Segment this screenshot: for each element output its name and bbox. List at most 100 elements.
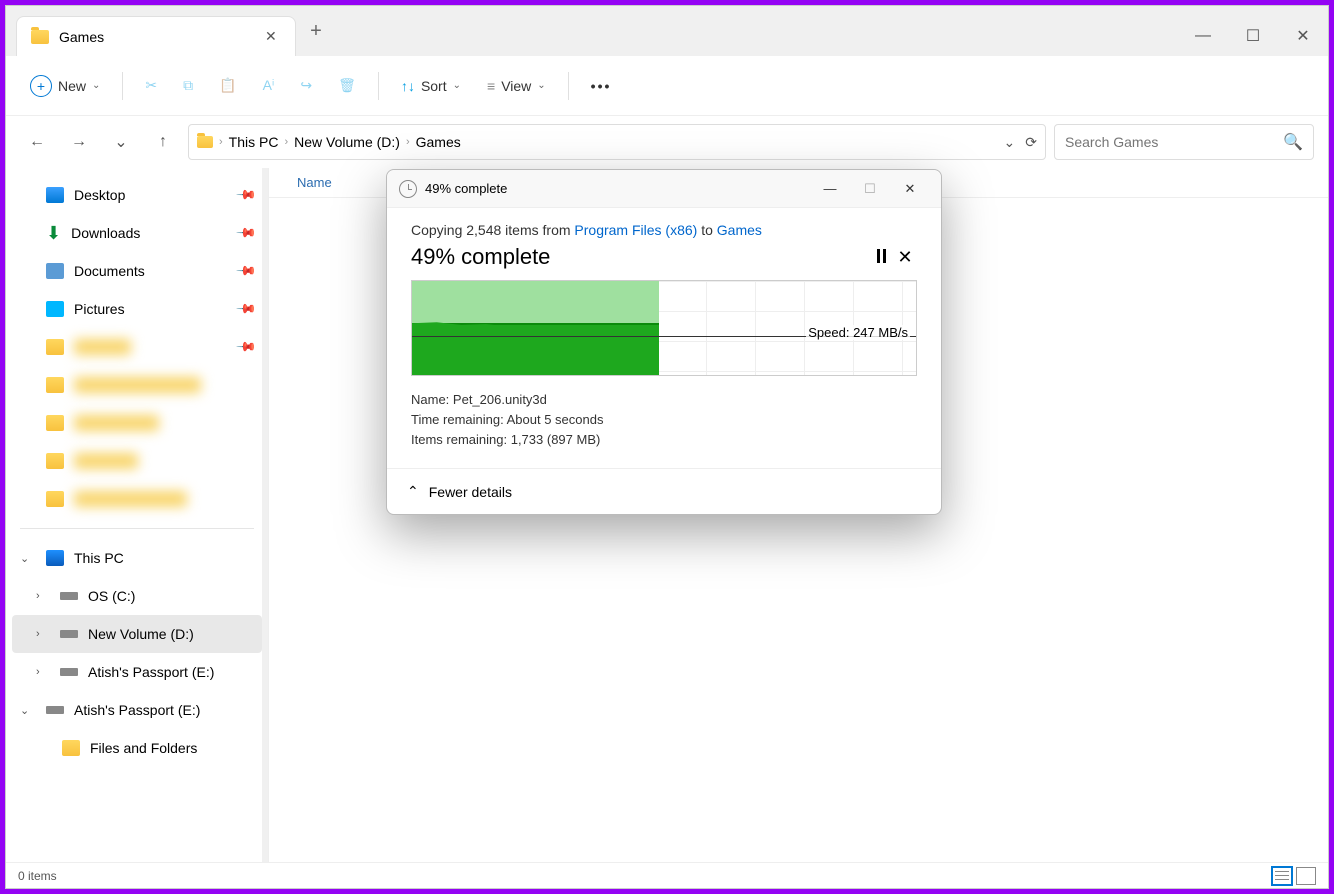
more-button[interactable]: ••• [581,68,622,104]
pc-icon [46,550,64,566]
sort-icon: ↑↓ [401,78,415,94]
chevron-up-icon: ⌃ [407,483,419,500]
sidebar-item-drive-d[interactable]: ›New Volume (D:) [12,615,262,653]
drive-icon [60,592,78,600]
drive-icon [46,706,64,714]
copy-details: Name: Pet_206.unity3d Time remaining: Ab… [411,390,917,450]
share-button[interactable]: ↪ [290,68,322,104]
copy-description: Copying 2,548 items from Program Files (… [411,222,917,238]
folder-icon [46,453,64,469]
paste-button[interactable]: 📋 [209,68,246,104]
address-bar[interactable]: › This PC › New Volume (D:) › Games ⌄ ⟳ [188,124,1046,160]
delete-button[interactable]: 🗑 [328,68,366,104]
clock-icon [399,180,417,198]
divider [20,528,254,529]
sidebar-item-redacted[interactable]: xxxxxxxxxxx [6,404,268,442]
sidebar-item-desktop[interactable]: Desktop📌 [6,176,268,214]
chevron-right-icon[interactable]: › [36,666,40,678]
close-tab-icon[interactable]: ✕ [265,28,281,45]
rename-button[interactable]: Aⁱ [253,68,285,104]
drive-icon [60,630,78,638]
chevron-down-icon[interactable]: ⌄ [20,552,29,565]
dialog-body: Copying 2,548 items from Program Files (… [387,208,941,468]
pause-icon [877,249,886,263]
copy-icon: ⧉ [183,77,193,94]
destination-link[interactable]: Games [717,222,762,238]
current-file: Pet_206.unity3d [453,392,547,407]
statusbar: 0 items [6,862,1328,888]
up-button[interactable]: ↑ [146,125,180,159]
sidebar-item-redacted[interactable]: xxxxxxxx [6,442,268,480]
tab-games[interactable]: Games ✕ [16,16,296,56]
copy-button[interactable]: ⧉ [173,68,203,104]
recent-button[interactable]: ⌄ [104,125,138,159]
chevron-right-icon: › [406,136,410,148]
sidebar-item-pictures[interactable]: Pictures📌 [6,290,268,328]
sidebar-item-documents[interactable]: Documents📌 [6,252,268,290]
view-button[interactable]: ≡ View ⌄ [477,68,556,104]
source-link[interactable]: Program Files (x86) [574,222,697,238]
pin-icon: 📌 [235,260,258,283]
speed-label: Speed: 247 MB/s [806,325,910,340]
breadcrumb-drive[interactable]: New Volume (D:) [294,134,400,150]
sidebar-item-thispc[interactable]: ⌄This PC [6,539,268,577]
breadcrumb-thispc[interactable]: This PC [229,134,279,150]
search-box[interactable]: 🔍 [1054,124,1314,160]
tab-title: Games [59,29,255,45]
dialog-minimize-button[interactable]: — [811,174,849,204]
folder-icon [46,377,64,393]
sidebar-item-drive-c[interactable]: ›OS (C:) [6,577,268,615]
view-switcher [1272,867,1316,885]
separator [122,72,123,100]
sidebar-item-redacted[interactable]: xxxxxxxxxxxxxxx [6,480,268,518]
forward-button[interactable]: → [62,125,96,159]
pause-button[interactable] [869,247,893,268]
cancel-copy-button[interactable]: ✕ [893,247,917,268]
dialog-titlebar: 49% complete — ☐ ✕ [387,170,941,208]
sidebar-item-redacted[interactable]: xxxxxxx📌 [6,328,268,366]
chevron-down-icon: ⌄ [453,80,461,91]
details-view-button[interactable] [1272,867,1292,885]
dialog-maximize-button[interactable]: ☐ [851,174,889,204]
speed-graph: Speed: 247 MB/s [411,280,917,376]
back-button[interactable]: ← [20,125,54,159]
sidebar-item-files-folders[interactable]: Files and Folders [6,729,268,767]
pin-icon: 📌 [235,222,258,245]
maximize-button[interactable]: ☐ [1228,16,1278,56]
sidebar-item-ext-drive[interactable]: ⌄Atish's Passport (E:) [6,691,268,729]
share-icon: ↪ [300,77,312,94]
sidebar-item-redacted[interactable]: xxxxxxxxxxxxxxxxx [6,366,268,404]
refresh-icon[interactable]: ⟳ [1025,134,1037,151]
titlebar: Games ✕ + — ☐ ✕ [6,6,1328,56]
chevron-down-icon[interactable]: ⌄ [20,704,29,717]
cut-button[interactable]: ✂ [135,68,167,104]
pictures-icon [46,301,64,317]
dialog-close-button[interactable]: ✕ [891,174,929,204]
address-row: ← → ⌄ ↑ › This PC › New Volume (D:) › Ga… [6,116,1328,168]
new-label: New [58,78,86,94]
desktop-icon [46,187,64,203]
close-window-button[interactable]: ✕ [1278,16,1328,56]
dialog-title: 49% complete [425,181,507,196]
separator [378,72,379,100]
chevron-down-icon[interactable]: ⌄ [1004,134,1016,151]
sort-button[interactable]: ↑↓ Sort ⌄ [391,68,471,104]
search-input[interactable] [1065,134,1283,150]
new-button[interactable]: + New ⌄ [20,68,110,104]
toolbar: + New ⌄ ✂ ⧉ 📋 Aⁱ ↪ 🗑 ↑↓ Sort ⌄ ≡ View ⌄ … [6,56,1328,116]
cut-icon: ✂ [145,77,157,94]
sidebar-item-downloads[interactable]: ⬇Downloads📌 [6,214,268,252]
more-icon: ••• [591,78,612,94]
minimize-button[interactable]: — [1178,16,1228,56]
window-controls: — ☐ ✕ [1178,16,1328,56]
sidebar-item-drive-e[interactable]: ›Atish's Passport (E:) [6,653,268,691]
breadcrumb-folder[interactable]: Games [416,134,461,150]
folder-icon [197,136,213,148]
chevron-right-icon[interactable]: › [36,628,40,640]
rename-icon: Aⁱ [263,77,275,94]
large-icons-view-button[interactable] [1296,867,1316,885]
fewer-details-button[interactable]: ⌃ Fewer details [387,468,941,514]
chevron-right-icon[interactable]: › [36,590,40,602]
new-tab-button[interactable]: + [296,20,336,43]
search-icon[interactable]: 🔍 [1283,132,1303,152]
